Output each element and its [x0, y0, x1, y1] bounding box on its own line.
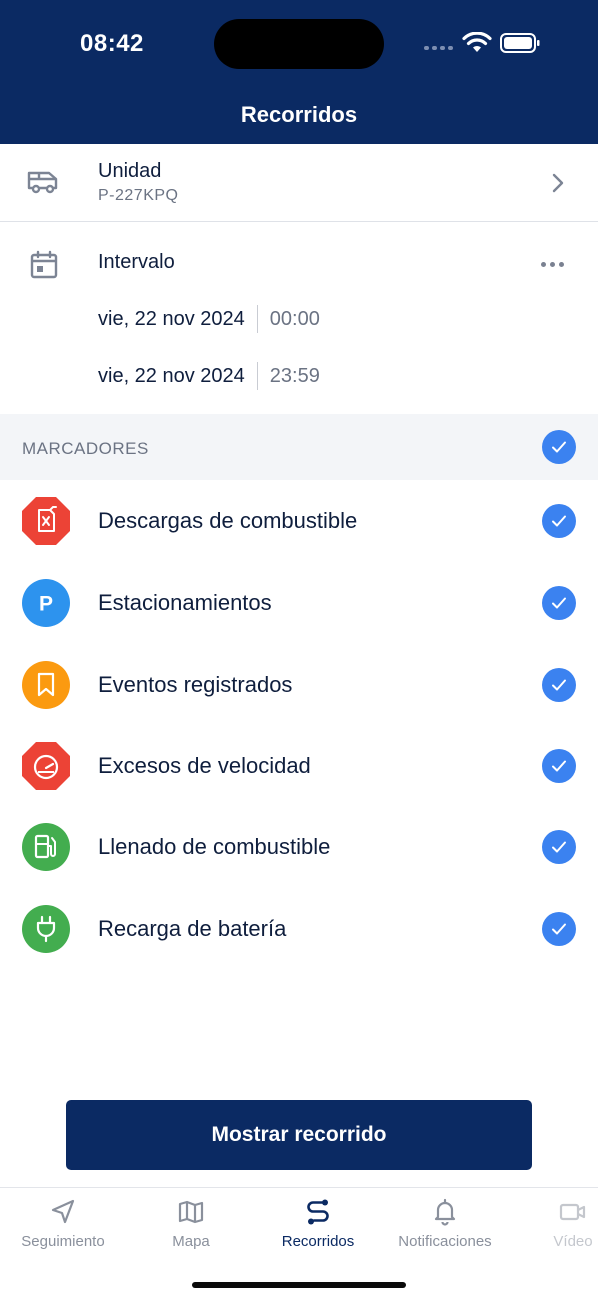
navigation-arrow-icon — [51, 1199, 75, 1224]
tab-label: Seguimiento — [21, 1233, 105, 1250]
marker-label: Estacionamientos — [98, 590, 272, 615]
marker-label: Eventos registrados — [98, 672, 293, 697]
plug-icon — [22, 905, 70, 953]
speedometer-icon — [22, 742, 70, 790]
more-options-icon[interactable] — [541, 262, 564, 267]
fuel-pump-icon — [22, 823, 70, 871]
tab-notificaciones[interactable]: Notificaciones — [380, 1198, 510, 1250]
interval-end: vie, 22 nov 2024 23:59 — [98, 361, 320, 391]
marker-label: Llenado de combustible — [98, 834, 331, 859]
app-header: 08:42 Recorridos — [0, 0, 598, 144]
marker-label: Excesos de velocidad — [98, 753, 311, 778]
svg-text:P: P — [39, 593, 53, 616]
markers-section-header: MARCADORES — [0, 414, 598, 480]
section-label: MARCADORES — [22, 439, 149, 458]
marker-row-events[interactable]: Eventos registrados — [0, 644, 598, 725]
tab-label: Recorridos — [281, 1233, 355, 1250]
map-icon — [178, 1200, 204, 1224]
tab-video[interactable]: Vídeo — [508, 1198, 598, 1250]
interval-start: vie, 22 nov 2024 00:00 — [98, 304, 320, 334]
unit-plate: P-227KPQ — [98, 187, 179, 204]
start-date-picker[interactable]: vie, 22 nov 2024 — [98, 308, 245, 331]
marker-checkbox[interactable] — [542, 830, 576, 864]
tab-label: Notificaciones — [398, 1233, 492, 1250]
tab-seguimiento[interactable]: Seguimiento — [0, 1198, 128, 1250]
unit-label: Unidad — [98, 160, 162, 182]
interval-section: Intervalo vie, 22 nov 2024 00:00 vie, 22… — [0, 222, 598, 414]
marker-label: Descargas de combustible — [98, 508, 358, 533]
checkmark-icon — [552, 679, 566, 691]
divider — [256, 305, 258, 333]
tab-mapa[interactable]: Mapa — [126, 1198, 256, 1250]
fuel-discharge-icon — [22, 497, 70, 545]
marker-row-fuel-fill[interactable]: Llenado de combustible — [0, 806, 598, 887]
bookmark-icon — [22, 661, 70, 709]
checkmark-icon — [552, 441, 566, 453]
marker-row-speeding[interactable]: Excesos de velocidad — [0, 725, 598, 806]
end-time-picker[interactable]: 23:59 — [270, 365, 320, 388]
cellular-signal-icon — [424, 46, 453, 50]
checkmark-icon — [552, 841, 566, 853]
route-icon — [307, 1199, 329, 1225]
video-icon — [559, 1203, 586, 1221]
checkmark-icon — [552, 515, 566, 527]
interval-label: Intervalo — [98, 251, 175, 273]
start-time-picker[interactable]: 00:00 — [270, 308, 320, 331]
marker-checkbox[interactable] — [542, 749, 576, 783]
tab-label: Vídeo — [553, 1233, 593, 1250]
marker-row-battery-charge[interactable]: Recarga de batería — [0, 888, 598, 969]
bell-icon — [434, 1198, 456, 1226]
marker-label: Recarga de batería — [98, 916, 287, 941]
calendar-icon — [30, 250, 58, 279]
parking-icon: P — [22, 579, 70, 627]
van-icon — [27, 171, 58, 194]
page-title: Recorridos — [240, 102, 358, 127]
marker-row-parking[interactable]: P Estacionamientos — [0, 562, 598, 643]
marker-row-fuel-discharge[interactable]: Descargas de combustible — [0, 480, 598, 561]
tab-bar: Seguimiento Mapa Recorridos Notificacion… — [0, 1187, 598, 1300]
dynamic-island — [214, 19, 384, 69]
marker-checkbox[interactable] — [542, 504, 576, 538]
marker-checkbox[interactable] — [542, 912, 576, 946]
end-date-picker[interactable]: vie, 22 nov 2024 — [98, 365, 245, 388]
chevron-right-icon — [552, 173, 564, 193]
tab-recorridos[interactable]: Recorridos — [253, 1198, 383, 1250]
wifi-icon — [462, 32, 492, 52]
marker-checkbox[interactable] — [542, 586, 576, 620]
select-all-checkbox[interactable] — [542, 430, 576, 464]
checkmark-icon — [552, 760, 566, 772]
show-route-button[interactable]: Mostrar recorrido — [66, 1100, 532, 1170]
home-indicator — [192, 1282, 406, 1288]
battery-icon — [500, 33, 540, 53]
marker-checkbox[interactable] — [542, 668, 576, 702]
tab-label: Mapa — [172, 1233, 210, 1250]
checkmark-icon — [552, 923, 566, 935]
status-time: 08:42 — [80, 30, 144, 57]
checkmark-icon — [552, 597, 566, 609]
divider — [256, 362, 258, 390]
unit-selector[interactable]: Unidad P-227KPQ — [0, 144, 598, 222]
